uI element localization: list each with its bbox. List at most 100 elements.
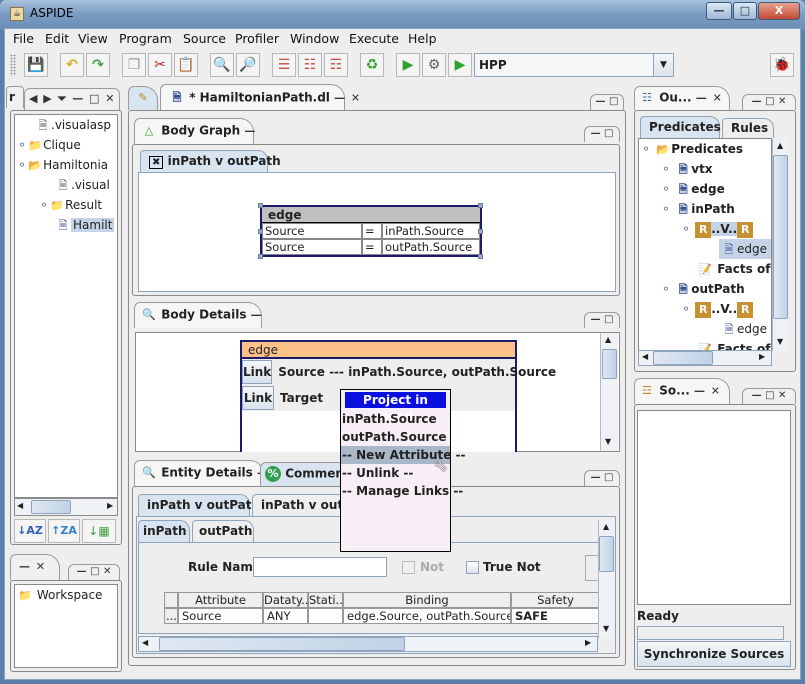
navigator-controls[interactable]: ◀ ▶ ⏷ — □ ✕ [29,92,115,105]
tree-item[interactable]: ⚬ 🗎 vtx [639,159,771,179]
sources-tab[interactable]: ☲ So... — ✕ [634,378,730,404]
entity-rule-tab[interactable]: inPath v outPath [138,494,260,516]
body-graph-controls[interactable]: — □ [584,126,620,142]
resize-handle[interactable] [478,254,483,259]
tree-item[interactable]: 📝 Facts of [639,259,771,279]
solver-combo[interactable]: HPP ▼ [474,53,674,77]
scroll-up-icon[interactable]: ▲ [603,522,609,531]
body-details-vscrollbar[interactable]: ▲ ▼ [600,333,618,451]
scroll-left-icon[interactable]: ◀ [17,501,23,510]
workspace-tab[interactable]: — ✕ [10,554,60,580]
link-button[interactable]: Link [242,360,273,384]
column-header[interactable]: Safety [511,592,600,608]
synchronize-sources-button[interactable]: Synchronize Sources [637,641,791,667]
column-header[interactable]: Binding [343,592,511,608]
collapse-handle-icon[interactable]: ⚬ [661,282,671,296]
scroll-thumb[interactable] [159,637,405,651]
paste-icon[interactable]: 📋 [174,53,198,77]
expand-handle-icon[interactable]: ⚬ [661,162,671,176]
sort-descending-icon[interactable]: ↑ZA [48,519,80,543]
sources-panel-controls[interactable]: — □ ✕ [742,388,796,404]
refresh-icon[interactable]: ♻ [360,53,384,77]
rules-icon[interactable]: ☷ [298,53,322,77]
debug-run-icon[interactable]: ⚙ [422,53,446,77]
rule-tree-icon[interactable]: ☶ [324,53,348,77]
menu-window[interactable]: Window [290,31,339,46]
column-header[interactable]: Stati... [308,592,347,608]
project-hscrollbar[interactable]: ◀ ▶ [14,498,118,516]
tree-item[interactable]: ⚬📂Hamiltonia [15,155,117,175]
popup-item-manage-links[interactable]: -- Manage Links -- [341,482,463,500]
collapse-handle-icon[interactable]: ⚬ [641,142,651,156]
graph-atom-edge[interactable]: edge Source = inPath.Source Source = out… [260,205,482,257]
not-checkbox[interactable] [402,561,415,574]
expand-handle-icon[interactable]: ⚬ [39,198,49,212]
collapse-handle-icon[interactable]: ⚬ [661,202,671,216]
tab-predicates[interactable]: Predicates [640,116,721,138]
sort-ascending-icon[interactable]: ↓AZ [14,519,46,543]
scroll-right-icon[interactable]: ▶ [585,638,591,647]
popup-item[interactable]: inPath.Source [341,410,450,428]
true-not-checkbox[interactable] [466,561,479,574]
edit-mode-tab[interactable]: ✎ [128,86,158,110]
collapse-handle-icon[interactable]: ⚬ [681,302,691,316]
tree-item[interactable]: 🗎 edge [639,239,771,259]
menu-edit[interactable]: Edit [45,31,69,46]
run-list-icon[interactable]: ▶ [396,53,420,77]
table-cell[interactable] [308,608,343,624]
workspace-panel-controls[interactable]: — □ ✕ [68,564,120,580]
collapse-handle-icon[interactable]: ⚬ [681,222,691,236]
table-cell[interactable]: ANY [263,608,308,624]
entity-details-controls[interactable]: — □ [584,470,620,486]
left-tab-stub[interactable]: r [6,86,24,108]
minimize-icon[interactable]: — [244,125,256,138]
table-cell[interactable]: SAFE [511,608,600,624]
popup-item[interactable]: outPath.Source [341,428,450,446]
undo-icon[interactable]: ↶ [60,53,84,77]
rule-icon[interactable]: ☰ [272,53,296,77]
outline-tab-controls[interactable]: — ✕ [696,92,723,105]
scroll-thumb[interactable] [602,349,617,379]
resize-handle[interactable] [258,203,263,208]
table-row[interactable]: ... Source ANY edge.Source, outPath.Sour… [164,608,600,624]
sources-tab-controls[interactable]: — ✕ [694,385,721,398]
scroll-down-icon[interactable]: ▼ [777,337,783,346]
toolbar-grip[interactable] [10,54,16,76]
column-header[interactable]: Dataty... [263,592,312,608]
column-header[interactable] [164,592,178,608]
scroll-down-icon[interactable]: ▼ [605,437,611,446]
resize-handle[interactable] [478,203,483,208]
rule-tab-inpath-v-outpath[interactable]: ✖ inPath v outPath [140,150,281,172]
find-icon[interactable]: 🔍 [210,53,234,77]
menu-help[interactable]: Help [408,31,437,46]
file-tab-controls[interactable]: — ✕ [334,92,361,105]
outline-hscrollbar[interactable]: ◀ ▶ [638,350,772,366]
redo-icon[interactable]: ↷ [86,53,110,77]
outline-vscrollbar[interactable]: ▲ ▼ [772,139,788,351]
scroll-up-icon[interactable]: ▲ [777,141,783,150]
collapse-handle-icon[interactable]: ⚬ [17,158,27,172]
tree-item[interactable]: ⚬ R ..V.. R [639,219,771,239]
tree-item[interactable]: 🗎 .visual [15,175,117,195]
workspace-tab-controls[interactable]: — ✕ [19,560,46,573]
minimize-icon[interactable]: — [706,2,732,20]
close-icon[interactable]: X [758,2,800,20]
chevron-down-icon[interactable]: ▼ [653,54,673,76]
group-icon[interactable]: ↓▦ [82,519,116,543]
scroll-thumb[interactable] [773,155,788,319]
outline-panel-controls[interactable]: — □ ✕ [742,94,796,110]
expand-handle-icon[interactable]: ⚬ [661,182,671,196]
atom-tab-inpath[interactable]: inPath [138,520,190,542]
tab-rules[interactable]: Rules [722,118,774,138]
table-cell[interactable]: Source [178,608,263,624]
tree-item[interactable]: ⚬ 🗎 inPath [639,199,771,219]
scroll-right-icon[interactable]: ▶ [107,501,113,510]
entity-hscrollbar[interactable]: ◀ ▶ [138,636,598,652]
tree-item[interactable]: ⚬ 🗎 outPath [639,279,771,299]
entity-vscrollbar[interactable]: ▲ ▼ [598,520,614,638]
menu-view[interactable]: View [78,31,108,46]
tree-item[interactable]: 🗎 Hamilt [15,215,117,235]
maximize-icon[interactable]: □ [733,2,757,20]
table-cell[interactable]: ... [164,608,178,624]
link-button[interactable]: Link [242,386,274,410]
